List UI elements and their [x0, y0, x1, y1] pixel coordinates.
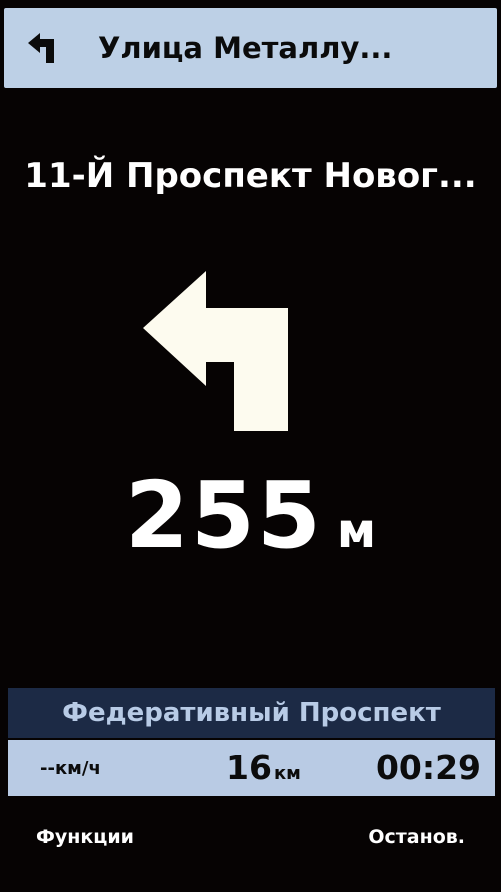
distance-unit: м [336, 503, 377, 559]
remaining-distance-value: 16 [226, 748, 272, 787]
next-street-name: Улица Металлу... [98, 31, 393, 65]
functions-softkey[interactable]: Функции [36, 826, 134, 848]
turn-left-icon [28, 33, 54, 63]
remaining-distance: 16 км [226, 748, 301, 787]
navigation-screen: Улица Металлу... 11-Й Проспект Новог... … [0, 0, 501, 892]
current-street-name: 11-Й Проспект Новог... [24, 156, 477, 196]
stop-softkey[interactable]: Останов. [368, 826, 465, 848]
maneuver-distance: 255 м [0, 462, 501, 569]
turn-left-arrow-icon [143, 271, 288, 431]
remaining-time: 00:29 [375, 748, 481, 787]
next-street-banner[interactable]: Улица Металлу... [4, 8, 497, 88]
route-stats-bar[interactable]: --км/ч 16 км 00:29 [8, 740, 495, 796]
distance-value: 255 [124, 462, 323, 569]
speed-readout: --км/ч [40, 758, 101, 779]
remaining-distance-unit: км [273, 763, 301, 784]
route-street-label: Федеративный Проспект [8, 688, 495, 738]
